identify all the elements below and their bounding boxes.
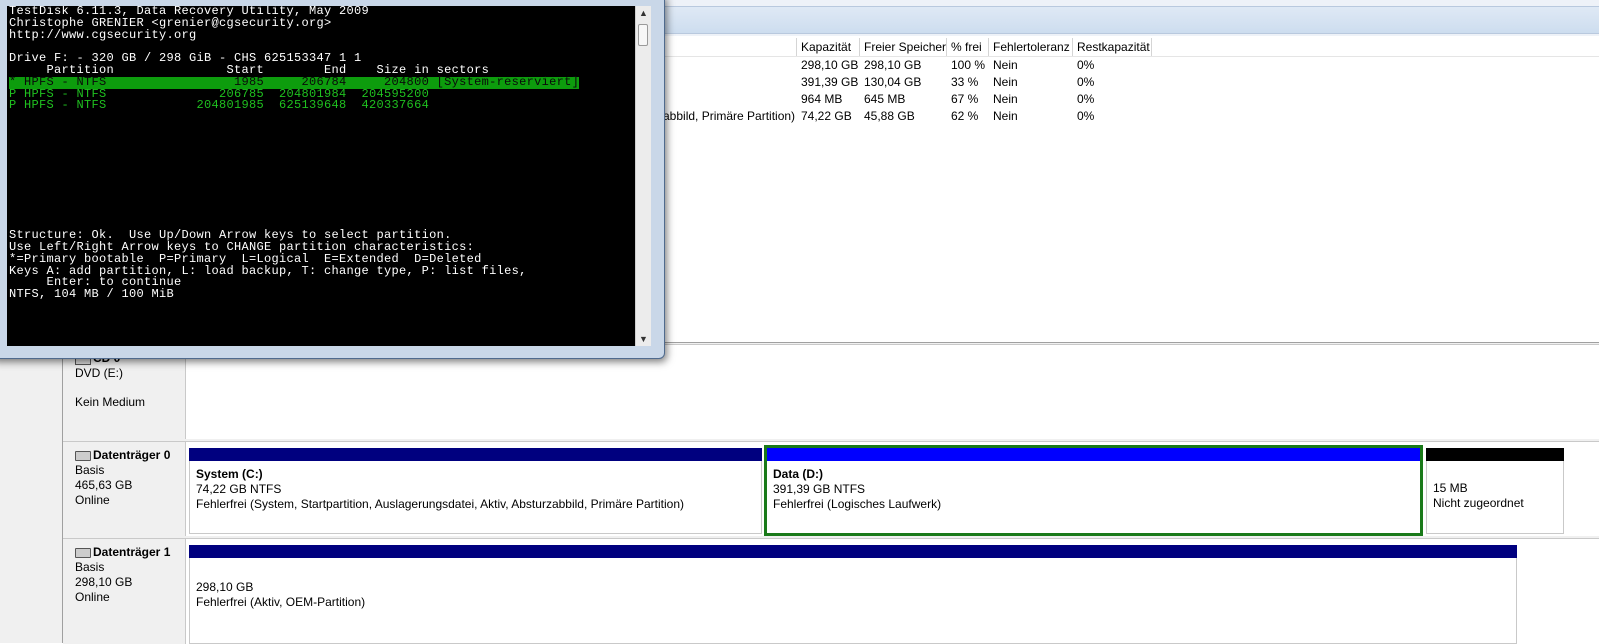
partition-size: 391,39 GB NTFS [773, 482, 866, 496]
disk-type: Basis [75, 560, 105, 574]
overhead-cell: 0% [1077, 58, 1095, 72]
cd-type: DVD (E:) [75, 366, 123, 380]
partition-status: Fehlerfrei (Logisches Laufwerk) [773, 497, 942, 511]
scrollbar-thumb[interactable] [638, 24, 648, 46]
fault-tolerance-cell: Nein [993, 92, 1018, 106]
title-bar [664, 6, 1599, 34]
disk-status: Online [75, 590, 110, 604]
free-space-cell: 45,88 GB [864, 109, 915, 123]
partition-status: Fehlerfrei (Aktiv, OEM-Partition) [196, 595, 366, 609]
partition-bar [1426, 448, 1564, 461]
percent-free-cell: 33 % [951, 75, 979, 89]
disk-label[interactable]: Datenträger 1 Basis 298,10 GB Online [63, 539, 186, 644]
partition-body: 15 MB Nicht zugeordnet [1426, 461, 1564, 534]
partition-status: Nicht zugeordnet [1433, 496, 1524, 510]
fault-tolerance-cell: Nein [993, 109, 1018, 123]
disk-size: 465,63 GB [75, 478, 133, 492]
partition-size: 15 MB [1433, 481, 1468, 495]
disk-size: 298,10 GB [75, 575, 133, 589]
console-scrollbar[interactable]: ▲ ▼ [635, 6, 651, 346]
partition-system-c[interactable]: System (C:) 74,22 GB NTFS Fehlerfrei (Sy… [189, 448, 762, 534]
partition-data-d[interactable]: Data (D:) 391,39 GB NTFS Fehlerfrei (Log… [764, 445, 1423, 536]
partition-size: 74,22 GB NTFS [196, 482, 282, 496]
partition-bar [767, 448, 1420, 461]
disk-name: Datenträger 1 [93, 545, 171, 559]
layout-cell: abbild, Primäre Partition) [663, 109, 796, 123]
percent-free-cell: 67 % [951, 92, 979, 106]
partition-body: 298,10 GB Fehlerfrei (Aktiv, OEM-Partiti… [189, 558, 1517, 644]
column-header-free-space[interactable]: Freier Speicher [860, 38, 947, 56]
console-partition-info: NTFS, 104 MB / 100 MiB [9, 287, 175, 302]
disk-icon [75, 547, 91, 558]
disk-row[interactable]: Datenträger 0 Basis 465,63 GB Online Sys… [63, 441, 1599, 536]
capacity-cell: 964 MB [801, 92, 843, 106]
console-partition-row[interactable]: P HPFS - NTFS 204801985 625139648 420337… [9, 99, 579, 112]
partition-bar [189, 545, 1517, 558]
partition-body: Data (D:) 391,39 GB NTFS Fehlerfrei (Log… [767, 461, 1420, 533]
partition-bar [189, 448, 762, 461]
capacity-cell: 298,10 GB [801, 58, 859, 72]
disk-icon [75, 450, 91, 461]
free-space-cell: 298,10 GB [864, 58, 922, 72]
column-header-percent-free[interactable]: % frei [947, 38, 989, 56]
partition-unallocated[interactable]: 15 MB Nicht zugeordnet [1426, 448, 1564, 534]
console-screen[interactable]: TestDisk 6.11.3, Data Recovery Utility, … [7, 6, 635, 346]
free-space-cell: 645 MB [864, 92, 906, 106]
disk-type: Basis [75, 463, 105, 477]
disk-name: Datenträger 0 [93, 448, 171, 462]
column-header-overhead[interactable]: Restkapazität [1073, 38, 1152, 56]
capacity-cell: 391,39 GB [801, 75, 859, 89]
partition-title: Data (D:) [773, 467, 823, 481]
partition-oem[interactable]: 298,10 GB Fehlerfrei (Aktiv, OEM-Partiti… [189, 545, 1517, 644]
partition-title: System (C:) [196, 467, 263, 481]
partition-body: System (C:) 74,22 GB NTFS Fehlerfrei (Sy… [189, 461, 762, 534]
free-space-cell: 130,04 GB [864, 75, 922, 89]
scroll-down-arrow-icon[interactable]: ▼ [636, 332, 651, 346]
console-output: TestDisk 6.11.3, Data Recovery Utility, … [9, 6, 580, 302]
disk-row[interactable]: Datenträger 1 Basis 298,10 GB Online 298… [63, 538, 1599, 644]
fault-tolerance-cell: Nein [993, 58, 1018, 72]
console-line-url: http://www.cgsecurity.org [9, 27, 197, 42]
column-header-capacity[interactable]: Kapazität [797, 38, 860, 56]
percent-free-cell: 62 % [951, 109, 979, 123]
cd-label[interactable]: CD 0 DVD (E:) Kein Medium [63, 345, 186, 439]
capacity-cell: 74,22 GB [801, 109, 852, 123]
scroll-up-arrow-icon[interactable]: ▲ [636, 6, 651, 20]
column-header-fault-tolerance[interactable]: Fehlertoleranz [989, 38, 1073, 56]
disk-graphical-view: CD 0 DVD (E:) Kein Medium Datenträger 0 … [62, 344, 1599, 644]
overhead-cell: 0% [1077, 92, 1095, 106]
fault-tolerance-cell: Nein [993, 75, 1018, 89]
partition-status: Fehlerfrei (System, Startpartition, Ausl… [196, 497, 684, 511]
overhead-cell: 0% [1077, 75, 1095, 89]
partition-size: 298,10 GB [196, 580, 254, 594]
cd-status: Kein Medium [75, 395, 146, 409]
percent-free-cell: 100 % [951, 58, 986, 72]
disk-status: Online [75, 493, 110, 507]
disk-label[interactable]: Datenträger 0 Basis 465,63 GB Online [63, 442, 186, 536]
testdisk-console-window[interactable]: TestDisk 6.11.3, Data Recovery Utility, … [0, 0, 665, 359]
overhead-cell: 0% [1077, 109, 1095, 123]
